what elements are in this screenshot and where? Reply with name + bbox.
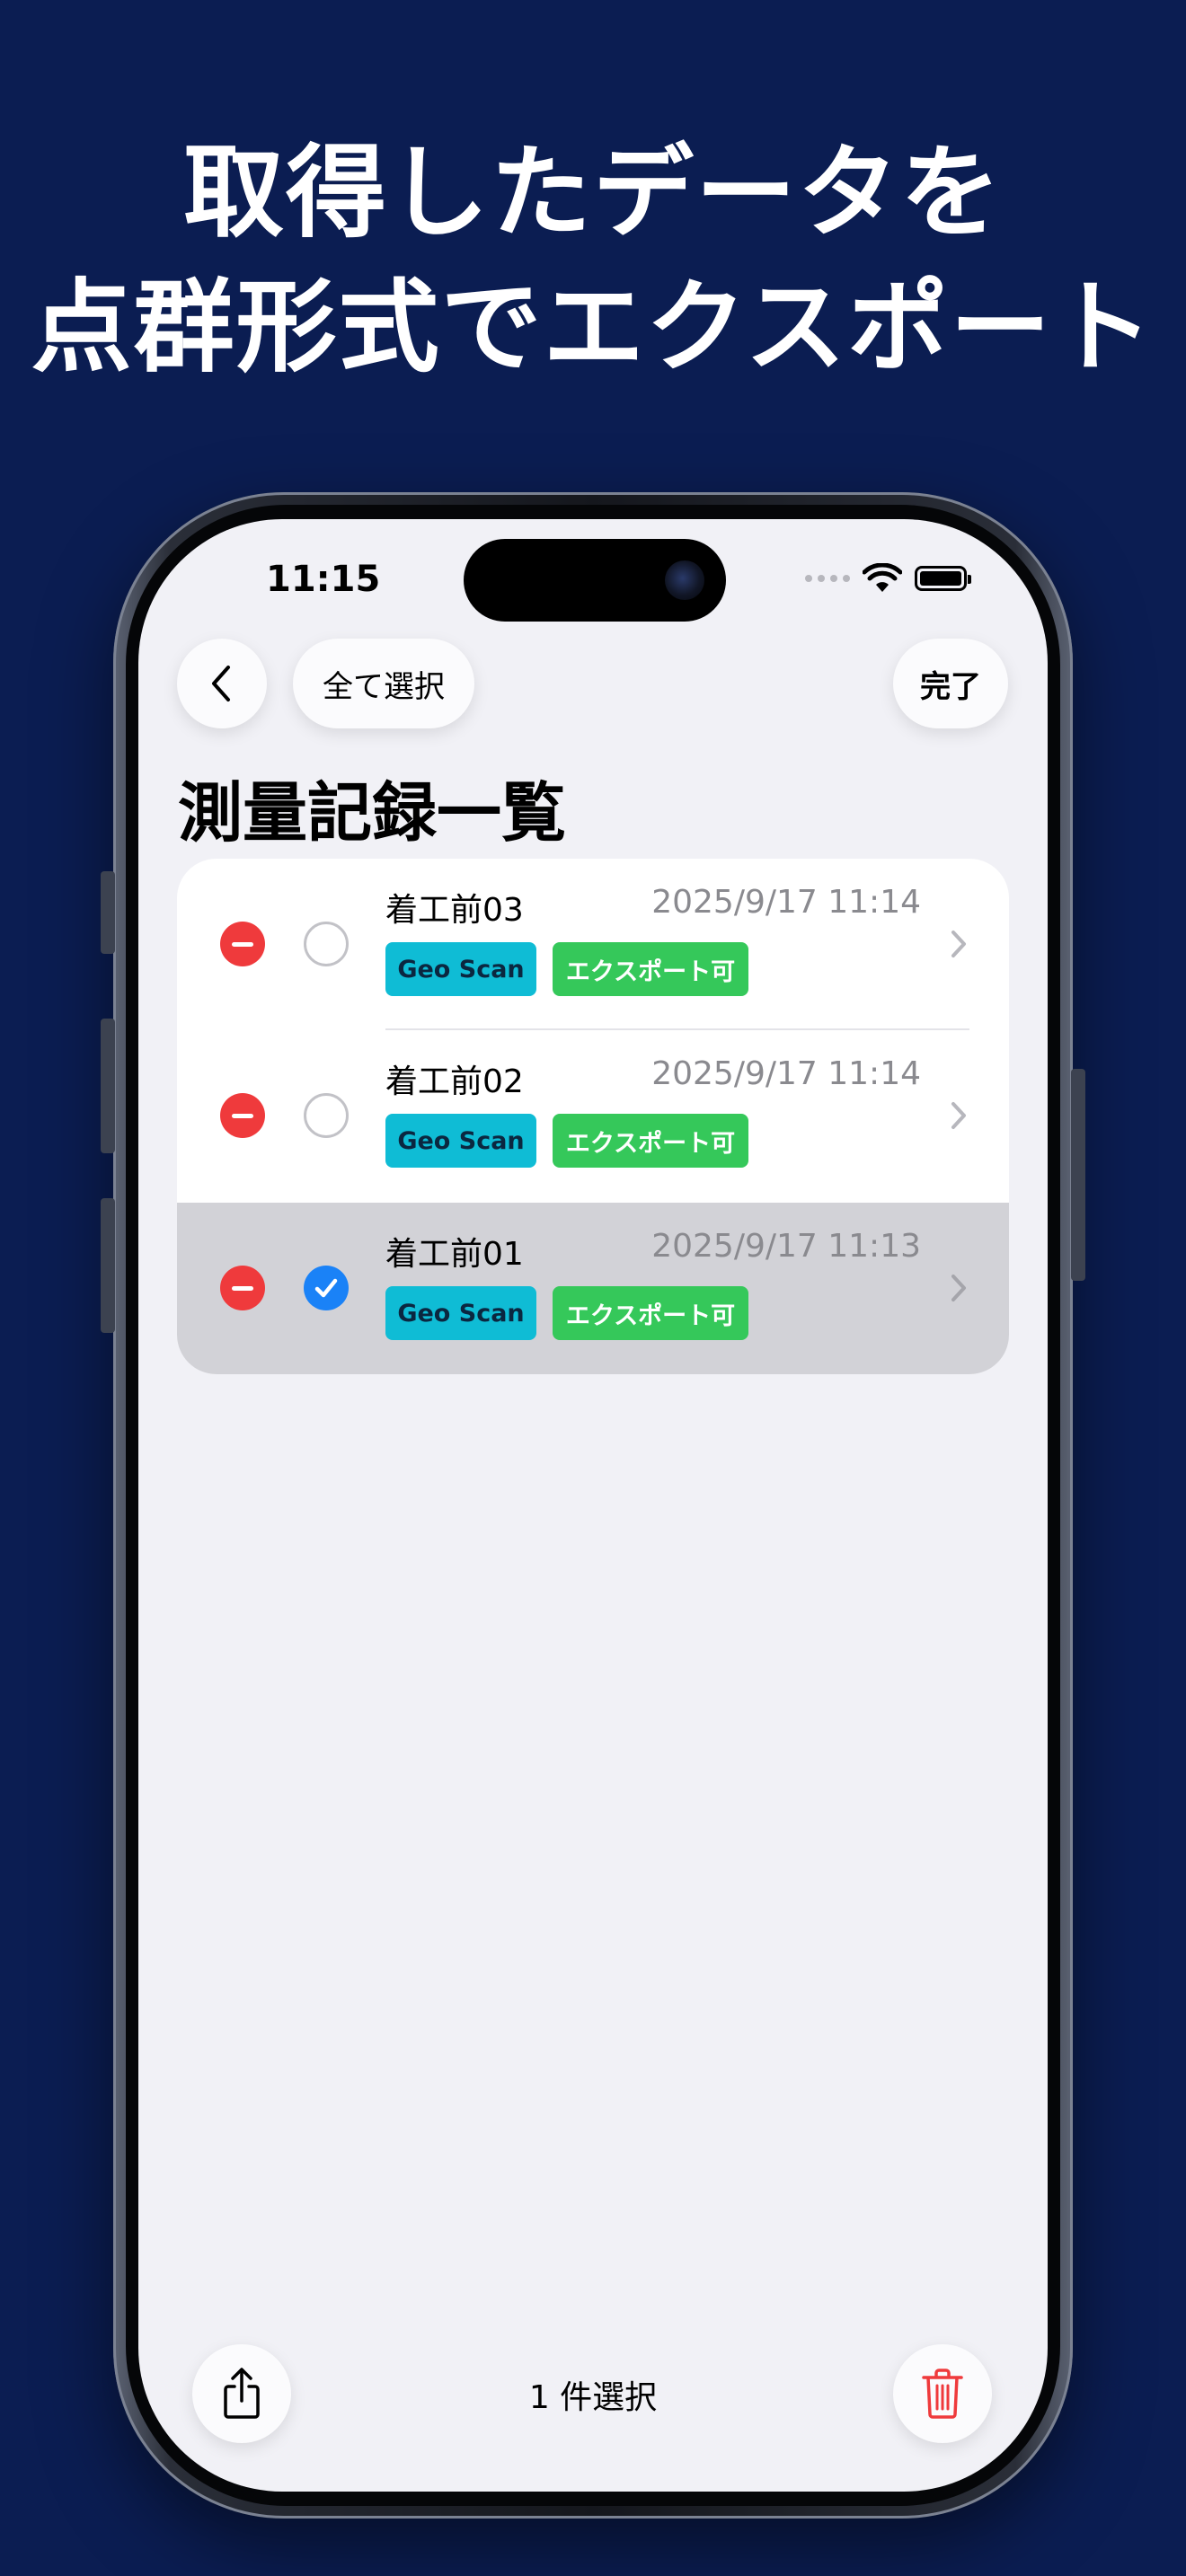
delete-button[interactable] bbox=[893, 2344, 992, 2443]
select-radio-checked[interactable] bbox=[304, 1266, 349, 1310]
trash-icon bbox=[922, 2369, 963, 2419]
record-date: 2025/9/17 11:14 bbox=[651, 1055, 921, 1092]
wifi-icon bbox=[863, 563, 902, 592]
status-icons bbox=[805, 560, 971, 596]
dynamic-island bbox=[464, 539, 726, 622]
delete-minus-icon[interactable] bbox=[220, 1266, 265, 1310]
chevron-right-icon bbox=[951, 1102, 966, 1129]
delete-minus-icon[interactable] bbox=[220, 1093, 265, 1138]
record-date: 2025/9/17 11:13 bbox=[651, 1228, 921, 1265]
select-radio[interactable] bbox=[304, 922, 349, 966]
chevron-right-icon bbox=[951, 1275, 966, 1301]
export-status-tag: エクスポート可 bbox=[553, 942, 748, 996]
checkmark-icon bbox=[314, 1278, 338, 1298]
delete-minus-icon[interactable] bbox=[220, 922, 265, 966]
headline-line-1: 取得したデータを bbox=[183, 135, 1003, 251]
power-button bbox=[1071, 1069, 1085, 1281]
select-radio[interactable] bbox=[304, 1093, 349, 1138]
export-status-tag: エクスポート可 bbox=[553, 1114, 748, 1168]
camera-icon bbox=[665, 560, 704, 600]
back-button[interactable] bbox=[177, 639, 267, 728]
select-all-button[interactable]: 全て選択 bbox=[293, 639, 474, 728]
record-row[interactable]: 着工前02 2025/9/17 11:14 Geo Scan エクスポート可 bbox=[177, 1030, 1009, 1202]
record-title: 着工前03 bbox=[385, 892, 524, 929]
source-tag: Geo Scan bbox=[385, 1286, 536, 1340]
record-title: 着工前02 bbox=[385, 1063, 524, 1100]
chevron-right-icon bbox=[951, 931, 966, 957]
status-time: 11:15 bbox=[266, 559, 381, 600]
signal-dots-icon bbox=[805, 575, 850, 582]
export-status-tag: エクスポート可 bbox=[553, 1286, 748, 1340]
record-row-selected[interactable]: 着工前01 2025/9/17 11:13 Geo Scan エクスポート可 bbox=[177, 1203, 1009, 1374]
marketing-headline: 取得したデータを 点群形式でエクスポート bbox=[0, 126, 1186, 395]
source-tag: Geo Scan bbox=[385, 1114, 536, 1168]
record-title: 着工前01 bbox=[385, 1236, 524, 1273]
chevron-left-icon bbox=[212, 666, 230, 701]
done-button[interactable]: 完了 bbox=[893, 639, 1008, 728]
phone-screen: 11:15 全て選択 完了 測量記録一覧 着工前03 2025/9/17 11:… bbox=[138, 519, 1048, 2492]
battery-icon bbox=[915, 566, 971, 591]
page-title: 測量記録一覧 bbox=[178, 775, 567, 851]
record-date: 2025/9/17 11:14 bbox=[651, 884, 921, 921]
record-list: 着工前03 2025/9/17 11:14 Geo Scan エクスポート可 着… bbox=[177, 859, 1009, 1374]
source-tag: Geo Scan bbox=[385, 942, 536, 996]
record-row[interactable]: 着工前03 2025/9/17 11:14 Geo Scan エクスポート可 bbox=[177, 859, 1009, 1030]
volume-down-button bbox=[101, 1198, 115, 1333]
action-button bbox=[101, 871, 115, 954]
headline-line-2: 点群形式でエクスポート bbox=[31, 269, 1155, 386]
volume-up-button bbox=[101, 1019, 115, 1153]
